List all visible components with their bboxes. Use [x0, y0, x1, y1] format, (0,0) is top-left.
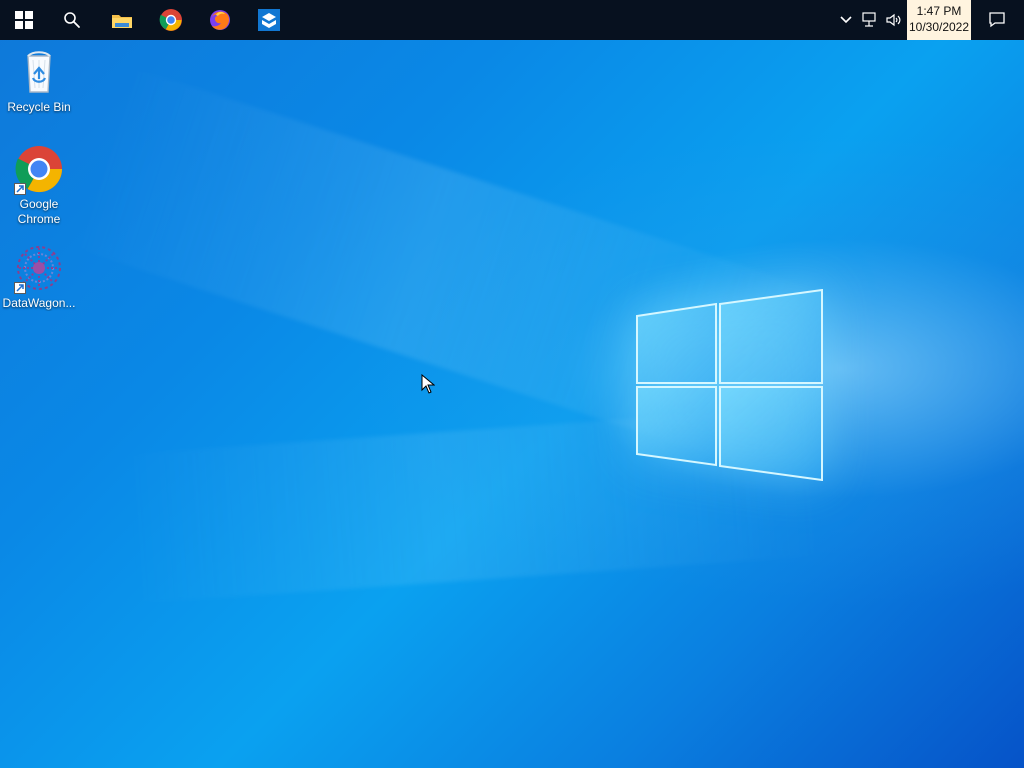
chevron-down-icon: [840, 16, 852, 24]
shortcut-arrow-icon: [14, 183, 26, 195]
folder-icon: [112, 15, 132, 28]
hidden-icons-button[interactable]: [836, 10, 856, 30]
volume-icon: [886, 13, 901, 27]
search-icon: [64, 12, 80, 28]
notification-button[interactable]: [987, 10, 1007, 30]
clock-date: 10/30/2022: [908, 20, 970, 34]
network-icon: [862, 12, 876, 27]
recycle-bin-icon: [27, 51, 51, 93]
recycle-bin-desktop-icon[interactable]: Recycle Bin: [2, 48, 76, 115]
shortcut-arrow-icon: [14, 282, 26, 294]
start-button[interactable]: [0, 0, 48, 40]
datawagon-label: DataWagon...: [2, 296, 76, 310]
system-tray: 1:47 PM 10/30/2022: [836, 0, 1024, 40]
datawagon-taskbar-button[interactable]: [245, 0, 293, 40]
clock[interactable]: 1:47 PM 10/30/2022: [907, 0, 971, 40]
chrome-desktop-icon[interactable]: Google Chrome: [2, 145, 76, 227]
search-button[interactable]: [48, 0, 96, 40]
chrome-icon-wrap: [14, 145, 63, 195]
volume-button[interactable]: [884, 10, 904, 30]
taskbar: 1:47 PM 10/30/2022: [0, 0, 1024, 40]
datawagon-icon: [258, 9, 280, 31]
windows-logo-wallpaper: [636, 289, 823, 481]
file-explorer-taskbar-button[interactable]: [98, 0, 146, 40]
datawagon-desktop-icon[interactable]: DataWagon...: [2, 244, 76, 311]
recycle-bin-label: Recycle Bin: [7, 100, 71, 114]
notification-icon: [989, 12, 1005, 28]
chrome-icon: [159, 9, 182, 31]
network-button[interactable]: [860, 10, 880, 30]
firefox-taskbar-button[interactable]: [196, 0, 244, 40]
recycle-bin-icon-wrap: [15, 48, 63, 96]
windows-icon: [15, 11, 33, 29]
chrome-label: Google Chrome: [17, 197, 61, 226]
mouse-pointer-icon: [421, 374, 435, 394]
chrome-taskbar-button[interactable]: [147, 0, 195, 40]
desktop-screen: 1:47 PM 10/30/2022 Recycle Bin Google Ch…: [0, 0, 1024, 768]
clock-time: 1:47 PM: [916, 4, 962, 18]
firefox-icon: [210, 10, 230, 30]
datawagon-icon-wrap: [14, 244, 63, 294]
